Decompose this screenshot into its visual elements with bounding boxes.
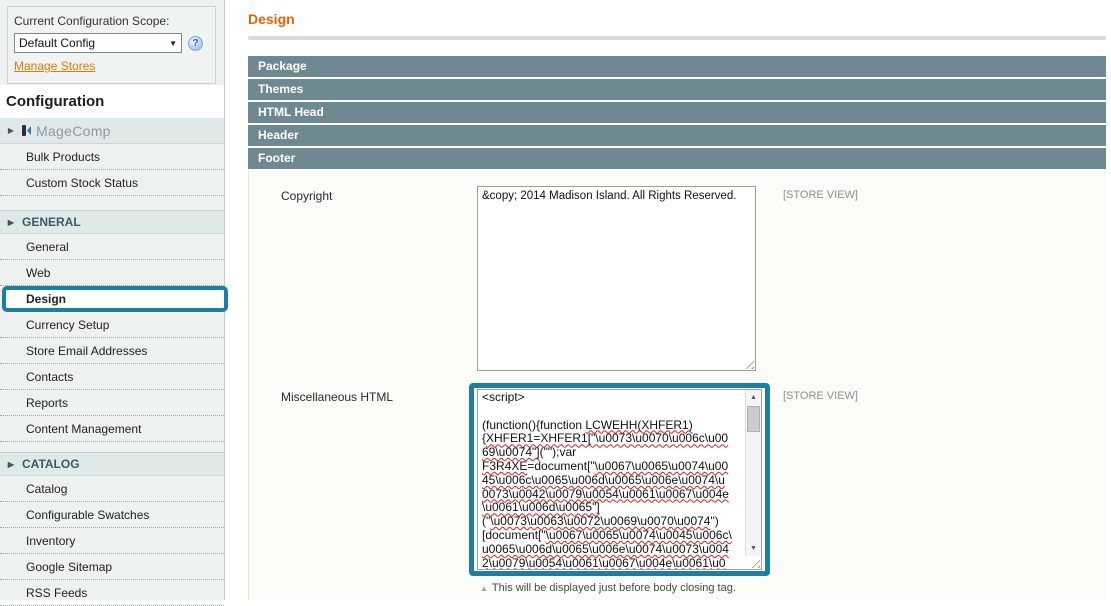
sidebar-section-label: MageComp bbox=[36, 123, 111, 139]
section-header-footer[interactable]: Footer bbox=[248, 148, 1106, 169]
section-header-html-head[interactable]: HTML Head bbox=[248, 102, 1106, 123]
sidebar-item-web[interactable]: Web bbox=[0, 260, 224, 286]
scroll-down-icon[interactable]: ▼ bbox=[746, 542, 761, 555]
resize-grip[interactable] bbox=[748, 556, 760, 568]
code-line: F3R4XE=document["\u0067\u0065\u0074\u00 bbox=[482, 460, 742, 474]
copyright-textarea[interactable]: &copy; 2014 Madison Island. All Rights R… bbox=[477, 186, 756, 371]
misc-html-textarea[interactable]: <script> (function(){function LCWEHH(XHF… bbox=[477, 389, 762, 570]
help-icon[interactable]: ? bbox=[188, 36, 203, 51]
sidebar-item-google-sitemap[interactable]: Google Sitemap bbox=[0, 554, 224, 580]
code-line: <script> bbox=[482, 391, 742, 405]
sidebar-item-reports[interactable]: Reports bbox=[0, 390, 224, 416]
scrollbar[interactable]: ▲ ▼ bbox=[745, 390, 761, 556]
sidebar-item-bulk-products[interactable]: Bulk Products bbox=[0, 144, 224, 170]
page-title: Design bbox=[248, 11, 295, 27]
misc-html-note: ▲ This will be displayed just before bod… bbox=[480, 582, 736, 594]
section-header-package[interactable]: Package bbox=[248, 56, 1106, 77]
note-pointer-icon: ▲ bbox=[480, 584, 488, 593]
magecomp-logo-icon bbox=[22, 125, 31, 137]
collapse-arrow-icon: ▶ bbox=[0, 460, 22, 469]
code-line: (function(){function LCWEHH(XHFER1) bbox=[482, 419, 742, 433]
code-line: \u0061\u006d\u0065"] bbox=[482, 501, 742, 515]
code-line: 0073\u0042\u0079\u0054\u0061\u0067\u004e bbox=[482, 488, 742, 502]
scroll-up-icon[interactable]: ▲ bbox=[746, 391, 761, 404]
chevron-down-icon: ▼ bbox=[169, 39, 177, 48]
nav-gap bbox=[0, 442, 224, 452]
section-header-header[interactable]: Header bbox=[248, 125, 1106, 146]
collapse-arrow-icon: ▶ bbox=[0, 126, 22, 135]
misc-html-scope-badge: [STORE VIEW] bbox=[783, 390, 858, 402]
sidebar-section-label: CATALOG bbox=[22, 457, 80, 471]
sidebar-item-configurable-swatches[interactable]: Configurable Swatches bbox=[0, 502, 224, 528]
scope-select[interactable]: Default Config ▼ bbox=[14, 33, 182, 53]
sidebar-section-general[interactable]: ▶ GENERAL bbox=[0, 210, 224, 234]
scope-label: Current Configuration Scope: bbox=[14, 14, 209, 28]
code-line bbox=[482, 405, 742, 419]
title-divider bbox=[248, 36, 1106, 40]
sidebar-item-currency-setup[interactable]: Currency Setup bbox=[0, 312, 224, 338]
misc-html-note-text: This will be displayed just before body … bbox=[492, 582, 736, 594]
misc-html-code: <script> (function(){function LCWEHH(XHF… bbox=[478, 390, 746, 569]
sidebar-item-custom-stock-status[interactable]: Custom Stock Status bbox=[0, 170, 224, 196]
code-line: {XHFER1=XHFER1["\u0073\u0070\u006c\u00 bbox=[482, 432, 742, 446]
sidebar-section-magecomp[interactable]: ▶ MageComp bbox=[0, 118, 224, 144]
code-line: u0065\u006d\u0065\u006e\u0074\u0073\u004 bbox=[482, 543, 742, 557]
collapse-arrow-icon: ▶ bbox=[0, 218, 22, 227]
scope-panel: Current Configuration Scope: Default Con… bbox=[7, 6, 216, 84]
code-line: ("\u0073\u0063\u0072\u0069\u0070\u0074") bbox=[482, 515, 742, 529]
manage-stores-link[interactable]: Manage Stores bbox=[14, 59, 95, 73]
code-line: 69\u0074"]("");var bbox=[482, 446, 742, 460]
sidebar-section-catalog[interactable]: ▶ CATALOG bbox=[0, 452, 224, 476]
sidebar-item-general[interactable]: General bbox=[0, 234, 224, 260]
sidebar-item-contacts[interactable]: Contacts bbox=[0, 364, 224, 390]
code-line: [document["\u0067\u0065\u0074\u0045\u006… bbox=[482, 529, 742, 543]
scope-select-value: Default Config bbox=[19, 36, 169, 50]
sidebar-item-content-management[interactable]: Content Management bbox=[0, 416, 224, 442]
copyright-label: Copyright bbox=[281, 189, 332, 203]
sidebar-title: Configuration bbox=[0, 93, 104, 110]
section-header-themes[interactable]: Themes bbox=[248, 79, 1106, 100]
code-line: 2\u0079\u0054\u0061\u0067\u004e\u0061\u0 bbox=[482, 557, 742, 569]
sidebar-item-catalog[interactable]: Catalog bbox=[0, 476, 224, 502]
copyright-scope-badge: [STORE VIEW] bbox=[783, 189, 858, 201]
sidebar-item-rss-feeds[interactable]: RSS Feeds bbox=[0, 580, 224, 606]
sidebar-section-label: GENERAL bbox=[22, 215, 81, 229]
sidebar-item-inventory[interactable]: Inventory bbox=[0, 528, 224, 554]
scrollbar-thumb[interactable] bbox=[747, 406, 760, 432]
sidebar-header: Configuration bbox=[0, 85, 224, 119]
sidebar-item-design-active[interactable]: Design bbox=[2, 286, 228, 312]
config-nav: ▶ MageComp Bulk Products Custom Stock St… bbox=[0, 118, 224, 606]
config-sidebar: Current Configuration Scope: Default Con… bbox=[0, 0, 225, 600]
code-line: 45\u006c\u0065\u006d\u0065\u006e\u0074\u bbox=[482, 474, 742, 488]
nav-gap bbox=[0, 196, 224, 210]
sidebar-item-store-email-addresses[interactable]: Store Email Addresses bbox=[0, 338, 224, 364]
misc-html-label: Miscellaneous HTML bbox=[281, 390, 393, 404]
